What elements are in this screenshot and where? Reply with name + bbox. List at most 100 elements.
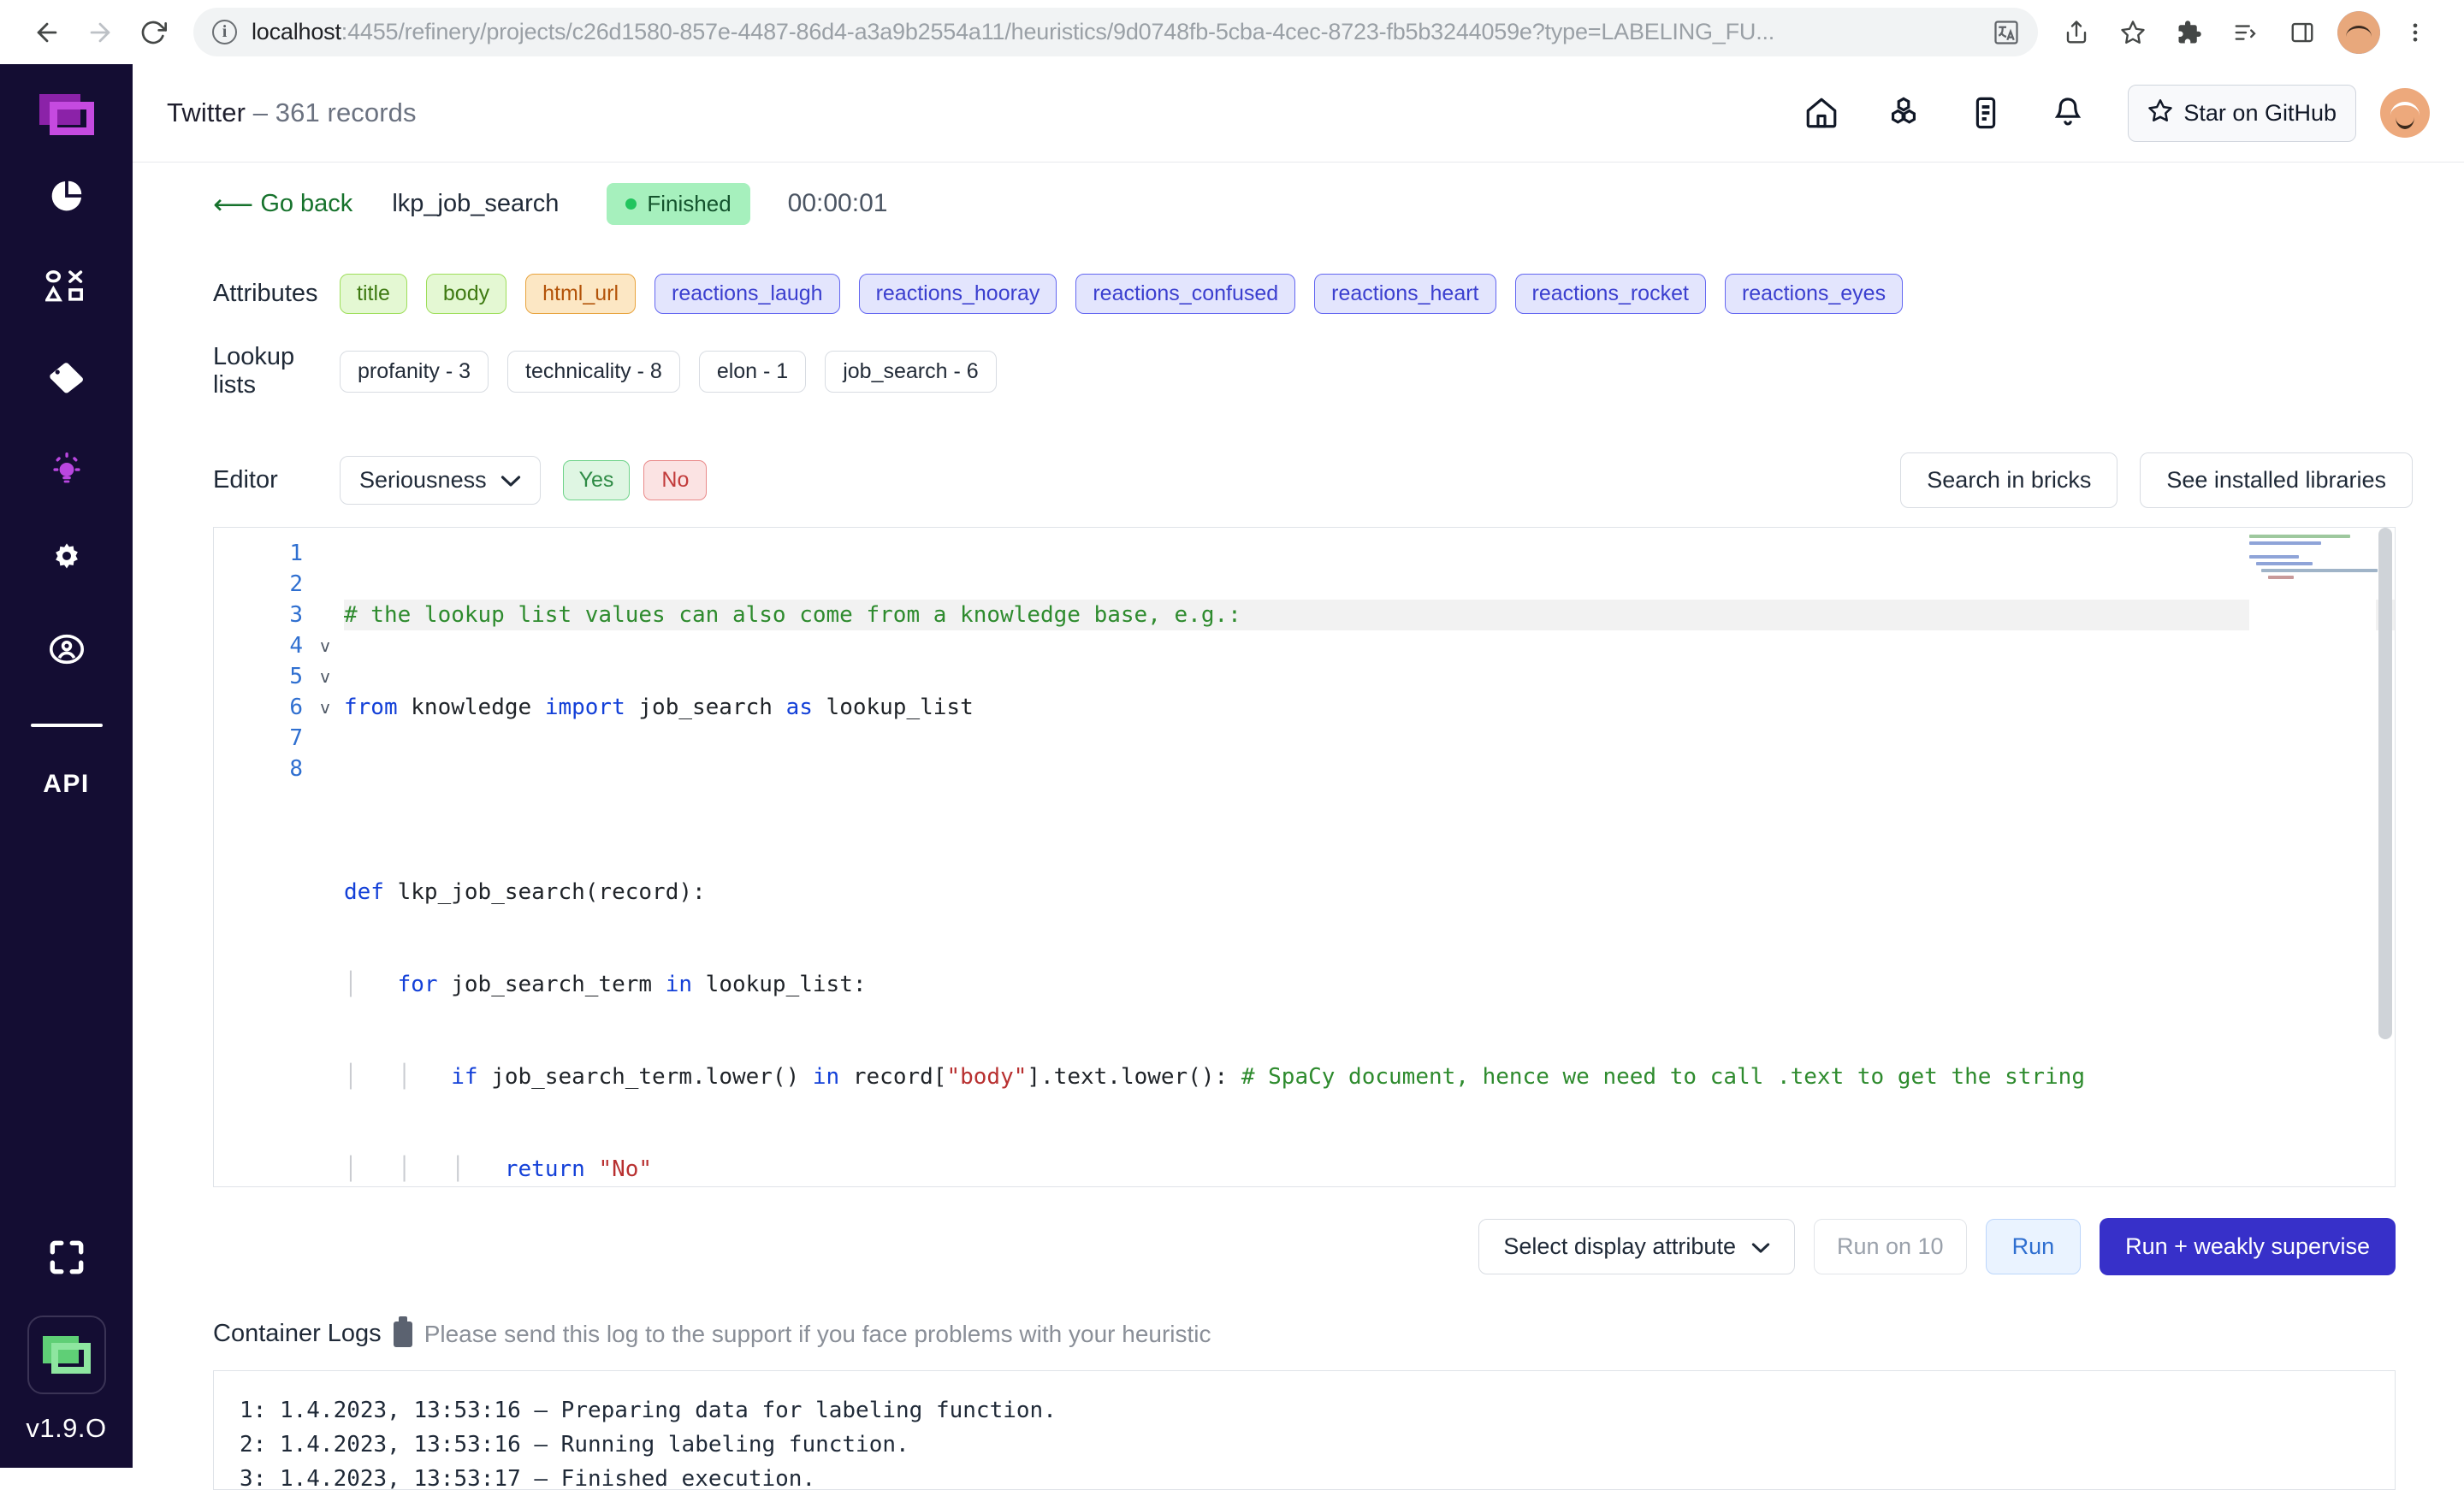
reading-list-icon[interactable]: [2219, 8, 2272, 57]
fold-marker-if[interactable]: v: [306, 692, 344, 723]
attribute-chip-reactions-heart[interactable]: reactions_heart: [1314, 274, 1496, 314]
notes-icon[interactable]: [1945, 83, 2027, 143]
fullscreen-expand-icon[interactable]: [45, 1236, 88, 1283]
url-text: localhost:4455/refinery/projects/c26d158…: [252, 19, 1774, 45]
star-icon[interactable]: [2106, 8, 2159, 57]
site-info-icon[interactable]: i: [212, 20, 237, 44]
fold-marker: [306, 723, 344, 754]
lookup-chip-elon[interactable]: elon - 1: [698, 350, 807, 393]
back-arrow-icon[interactable]: [22, 8, 72, 57]
version-logo-badge[interactable]: [27, 1316, 106, 1394]
select-display-attribute-dropdown[interactable]: Select display attribute: [1478, 1219, 1795, 1274]
sidebar-item-api[interactable]: API: [43, 770, 90, 799]
side-panel-icon[interactable]: [2276, 8, 2329, 57]
heuristic-name: lkp_job_search: [392, 189, 560, 217]
line-number: 8: [289, 756, 303, 782]
search-in-bricks-button[interactable]: Search in bricks: [1900, 452, 2118, 508]
puzzle-icon[interactable]: [2163, 8, 2216, 57]
account-user-icon: [47, 630, 86, 673]
lookup-chip-profanity[interactable]: profanity - 3: [340, 350, 489, 393]
run-on-10-button[interactable]: Run on 10: [1813, 1219, 1967, 1274]
title-separator: –: [246, 98, 275, 127]
go-back-label: Go back: [260, 189, 353, 217]
label-no-button[interactable]: No: [643, 460, 708, 500]
star-on-github-button[interactable]: Star on GitHub: [2128, 84, 2356, 142]
chevron-down-icon: [500, 467, 521, 494]
lookup-lists-label: Lookup lists: [213, 343, 295, 399]
labeling-task-value: Seriousness: [359, 467, 487, 493]
translate-icon[interactable]: [1976, 20, 2019, 45]
attribute-chip-reactions-confused[interactable]: reactions_confused: [1075, 274, 1296, 314]
go-back-button[interactable]: ⟵ Go back: [213, 190, 352, 218]
see-installed-libraries-button[interactable]: See installed libraries: [2140, 452, 2413, 508]
home-icon[interactable]: [1780, 83, 1863, 143]
run-button[interactable]: Run: [1985, 1219, 2082, 1274]
kebab-menu-icon[interactable]: [2389, 8, 2442, 57]
heuristic-header-row: ⟵ Go back lkp_job_search Finished 00:00:…: [167, 163, 2430, 225]
attribute-chip-html-url[interactable]: html_url: [525, 274, 637, 314]
attribute-chip-title[interactable]: title: [340, 274, 407, 314]
lookup-chip-job-search[interactable]: job_search - 6: [825, 350, 997, 393]
forward-arrow-icon[interactable]: [75, 8, 125, 57]
editor-vertical-scrollbar[interactable]: [2378, 528, 2392, 1186]
container-logs-title: Container Logs: [213, 1320, 382, 1347]
scrollbar-thumb[interactable]: [2378, 528, 2392, 1039]
sidebar-divider: [30, 724, 103, 727]
sidebar-item-data-browser[interactable]: [0, 260, 133, 316]
clipboard-icon[interactable]: [393, 1316, 412, 1347]
sidebar-item-settings[interactable]: [0, 532, 133, 588]
run-weakly-supervise-button[interactable]: Run + weakly supervise: [2100, 1218, 2396, 1275]
refinery-logo[interactable]: [38, 94, 94, 135]
sidebar-item-heuristics[interactable]: [0, 441, 133, 498]
sidebar-item-overview[interactable]: [0, 169, 133, 226]
share-icon[interactable]: [2050, 8, 2103, 57]
fold-marker-def[interactable]: v: [306, 630, 344, 661]
reload-icon[interactable]: [128, 8, 178, 57]
run-actions-row: Select display attribute Run on 10 Run R…: [167, 1218, 2396, 1275]
fold-marker-for[interactable]: v: [306, 661, 344, 692]
status-dot-icon: [625, 198, 637, 210]
heuristics-bulb-icon: [46, 447, 87, 493]
lookup-lists-row: Lookup lists profanity - 3 technicality …: [167, 343, 2430, 399]
container-logs-header: Container Logs Please send this log to t…: [213, 1316, 2430, 1348]
overview-icon: [47, 176, 86, 220]
line-number-gutter: 1 2 3 4 5 6 7 8: [214, 538, 306, 1186]
line-number: 4: [289, 633, 303, 659]
star-outline-icon: [2147, 98, 2173, 129]
lookup-chip-technicality[interactable]: technicality - 8: [507, 350, 680, 393]
code-lines[interactable]: # the lookup list values can also come f…: [344, 538, 2395, 1186]
avatar[interactable]: [2380, 88, 2430, 138]
sidebar-item-account[interactable]: [0, 623, 133, 679]
attribute-chip-reactions-rocket[interactable]: reactions_rocket: [1514, 274, 1706, 314]
container-logs-subtitle: Please send this log to the support if y…: [424, 1320, 1211, 1347]
label-yes-button[interactable]: Yes: [562, 460, 631, 500]
line-number: 3: [289, 602, 303, 628]
url-host: localhost: [252, 19, 341, 44]
bell-notification-icon[interactable]: [2027, 83, 2109, 143]
chrome-profile-avatar[interactable]: [2337, 10, 2380, 54]
sidebar-item-labeling[interactable]: [0, 351, 133, 407]
log-entry: 2: 1.4.2023, 13:53:16 – Running labeling…: [240, 1432, 909, 1457]
page-content: ⟵ Go back lkp_job_search Finished 00:00:…: [133, 163, 2464, 1490]
attributes-label: Attributes: [213, 280, 318, 307]
attribute-chip-reactions-laugh[interactable]: reactions_laugh: [654, 274, 840, 314]
attribute-chip-reactions-eyes[interactable]: reactions_eyes: [1724, 274, 1904, 314]
url-path: :4455/refinery/projects/c26d1580-857e-44…: [341, 19, 1775, 44]
topbar-icon-group: Star on GitHub: [1780, 83, 2430, 143]
chevron-down-icon: [1751, 1233, 1770, 1260]
code-line-6: │ │ if job_search_term.lower() in record…: [344, 1064, 2085, 1090]
attribute-chip-body[interactable]: body: [425, 274, 507, 314]
models-icon[interactable]: [1863, 83, 1945, 143]
select-display-attribute-label: Select display attribute: [1503, 1233, 1736, 1259]
address-bar[interactable]: i localhost:4455/refinery/projects/c26d1…: [193, 8, 2038, 56]
attribute-chip-reactions-hooray[interactable]: reactions_hooray: [858, 274, 1057, 314]
code-minimap[interactable]: [2249, 528, 2378, 1186]
code-editor[interactable]: 1 2 3 4 5 6 7 8 v v v # the lookup list …: [213, 527, 2396, 1187]
line-number: 6: [289, 695, 303, 720]
status-badge: Finished: [607, 182, 750, 225]
code-fold-gutter[interactable]: v v v: [306, 538, 344, 1186]
container-logs-box[interactable]: 1: 1.4.2023, 13:53:16 – Preparing data f…: [213, 1370, 2396, 1490]
fold-marker: [306, 538, 344, 569]
labeling-task-dropdown[interactable]: Seriousness: [340, 456, 541, 505]
code-editor-body[interactable]: 1 2 3 4 5 6 7 8 v v v # the lookup list …: [214, 528, 2395, 1186]
